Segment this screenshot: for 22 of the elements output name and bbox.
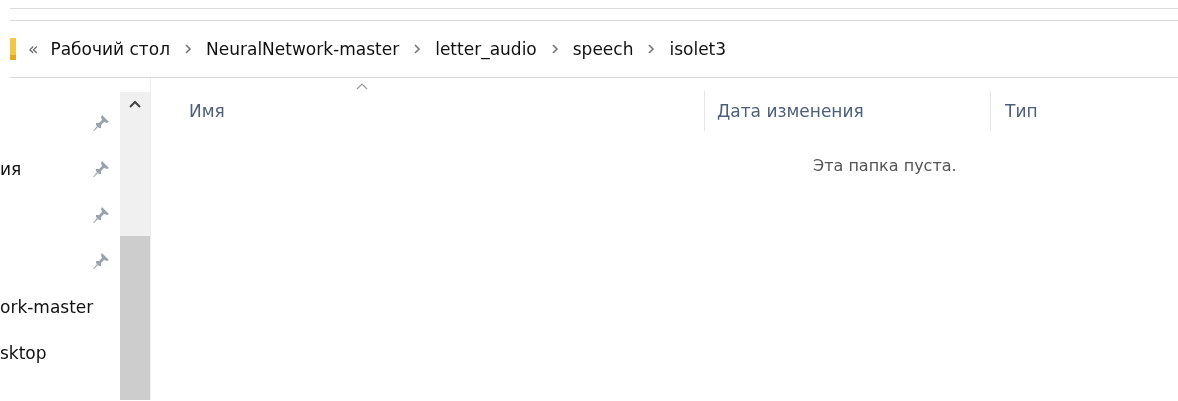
chevron-right-icon[interactable]	[550, 43, 559, 55]
overflow-chevron[interactable]: «	[28, 39, 39, 59]
breadcrumb[interactable]: NeuralNetwork-master	[206, 39, 400, 59]
chevron-right-icon[interactable]	[413, 43, 422, 55]
column-header[interactable]: Дата изменения	[704, 91, 990, 131]
breadcrumb[interactable]: isolet3	[669, 39, 727, 59]
column-header[interactable]: Тип	[990, 91, 1140, 131]
folder-icon	[10, 38, 16, 60]
sidebar-item[interactable]: sktop	[0, 343, 47, 363]
scroll-up-icon[interactable]	[129, 100, 141, 108]
breadcrumb[interactable]: letter_audio	[435, 39, 537, 59]
column-header[interactable]: Имя	[151, 91, 704, 131]
chevron-right-icon[interactable]	[184, 43, 193, 55]
scrollbar-thumb[interactable]	[120, 236, 150, 400]
chevron-right-icon[interactable]	[647, 43, 656, 55]
sidebar-item[interactable]: ork-master	[0, 297, 94, 317]
address-bar[interactable]: « Рабочий стол NeuralNetwork-master letter_audio speech isolet3	[10, 20, 1178, 78]
scrollbar[interactable]	[120, 92, 150, 400]
sidebar-item[interactable]: ия	[0, 159, 22, 179]
empty-folder-message: Эта папка пуста.	[813, 156, 957, 175]
breadcrumb[interactable]: speech	[572, 39, 634, 59]
breadcrumb[interactable]: Рабочий стол	[50, 39, 171, 59]
